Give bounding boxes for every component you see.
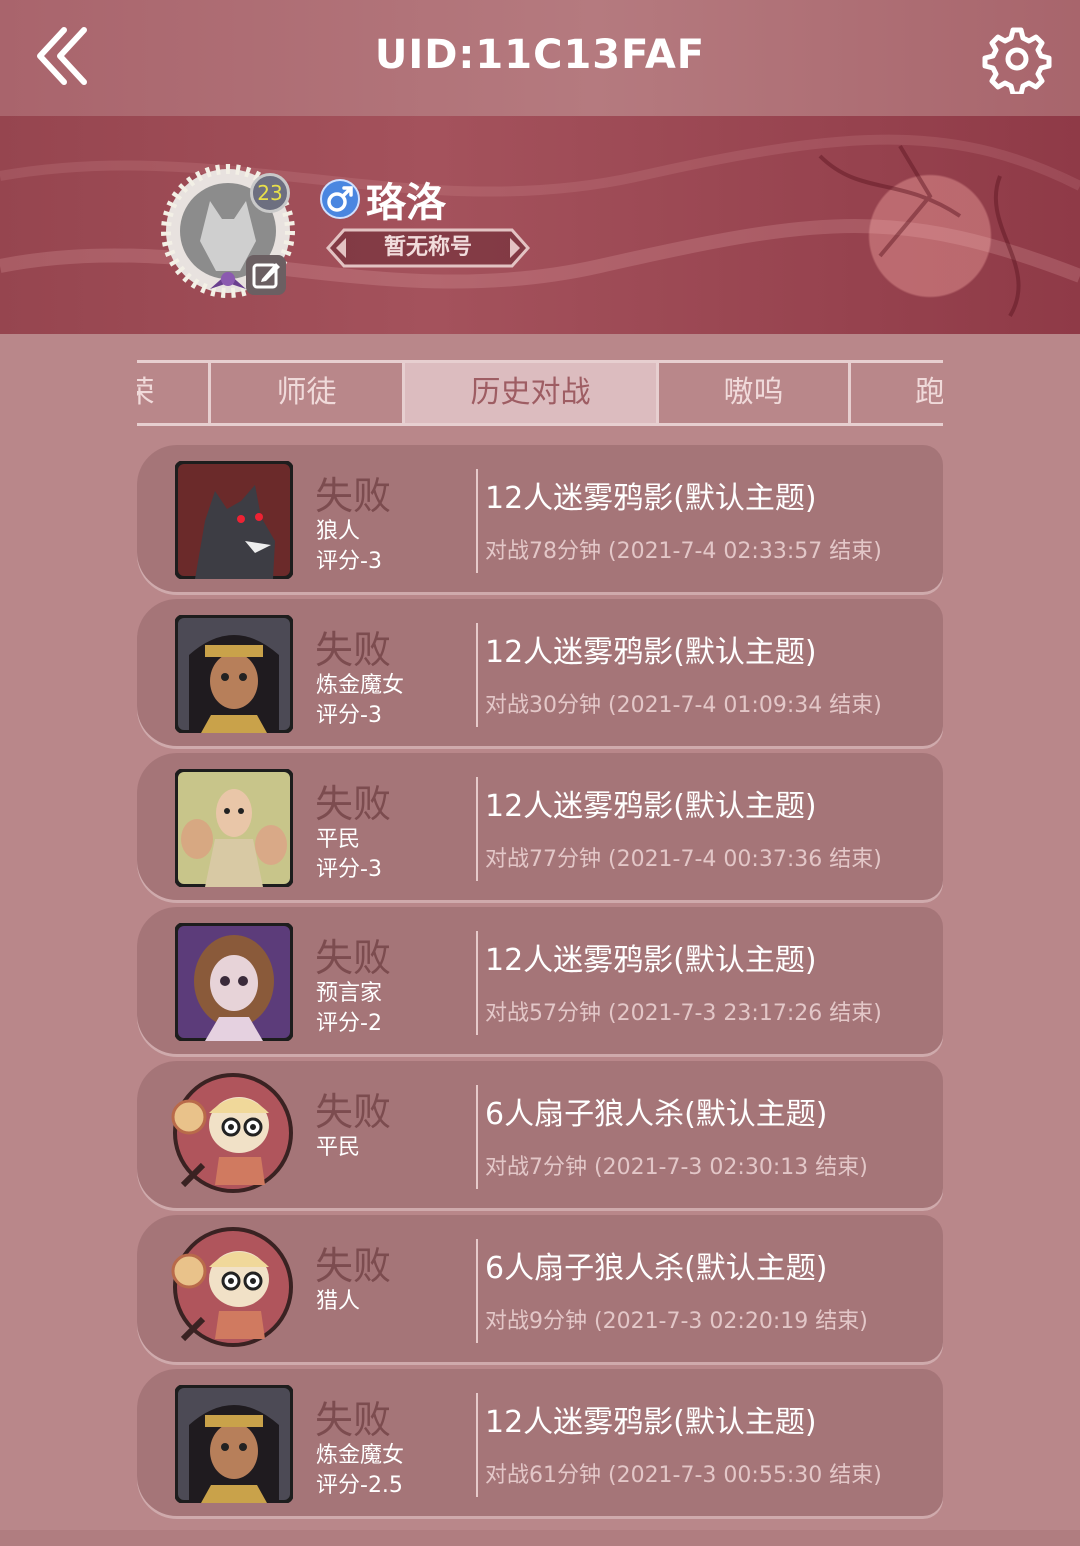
match-card[interactable]: 失败 平民 6人扇子狼人杀(默认主题) 对战7分钟 (2021-7-3 02:30:1… xyxy=(137,1061,943,1211)
gear-icon xyxy=(982,27,1052,97)
role-portrait xyxy=(174,460,294,580)
match-score: 评分-2 xyxy=(316,1011,382,1036)
match-score: 评分-3 xyxy=(316,549,382,574)
match-role: 炼金魔女 xyxy=(316,673,405,698)
match-mode: 12人迷雾鸦影(默认主题) xyxy=(485,789,817,824)
tab-partial-left[interactable]: 荣 xyxy=(137,363,211,423)
match-meta: 对战30分钟 (2021-7-4 01:09:34 结束) xyxy=(485,693,882,718)
match-mode: 12人迷雾鸦影(默认主题) xyxy=(485,635,817,670)
match-result: 失败 xyxy=(315,1090,392,1134)
match-result: 失败 xyxy=(315,628,392,672)
match-card[interactable]: 失败 猎人 6人扇子狼人杀(默认主题) 对战9分钟 (2021-7-3 02:20:1… xyxy=(137,1215,943,1365)
match-mode: 6人扇子狼人杀(默认主题) xyxy=(485,1097,828,1132)
match-meta: 对战7分钟 (2021-7-3 02:30:13 结束) xyxy=(485,1155,868,1180)
match-mode: 12人迷雾鸦影(默认主题) xyxy=(485,1405,817,1440)
match-meta: 对战9分钟 (2021-7-3 02:20:19 结束) xyxy=(485,1309,868,1334)
match-meta: 对战78分钟 (2021-7-4 02:33:57 结束) xyxy=(485,539,882,564)
card-divider xyxy=(476,1393,478,1497)
tab-partial-right[interactable]: 跑 xyxy=(851,363,943,423)
card-divider xyxy=(476,469,478,573)
match-meta: 对战61分钟 (2021-7-3 00:55:30 结束) xyxy=(485,1463,882,1488)
match-meta: 对战77分钟 (2021-7-4 00:37:36 结束) xyxy=(485,847,882,872)
tab-awoo[interactable]: 嗷呜 xyxy=(659,363,851,423)
role-portrait xyxy=(174,1384,294,1504)
edit-avatar-button[interactable] xyxy=(246,255,286,295)
avatar[interactable]: 23 xyxy=(150,161,310,301)
match-mode: 12人迷雾鸦影(默认主题) xyxy=(485,943,817,978)
edit-icon xyxy=(252,263,280,289)
level-badge: 23 xyxy=(250,173,290,213)
male-icon xyxy=(320,179,360,219)
top-bar: UID:11C13FAF xyxy=(0,0,1080,116)
nickname: 珞洛 xyxy=(366,180,446,226)
match-card[interactable]: 失败 狼人评分-3 12人迷雾鸦影(默认主题) 对战78分钟 (2021-7-4 02… xyxy=(137,445,943,595)
tab-mentorship[interactable]: 师徒 xyxy=(211,363,405,423)
match-score: 评分-2.5 xyxy=(316,1473,403,1498)
match-result: 失败 xyxy=(315,936,392,980)
card-divider xyxy=(476,777,478,881)
match-role: 狼人 xyxy=(316,519,361,544)
title-badge-label: 暂无称号 xyxy=(383,235,472,260)
match-role: 猎人 xyxy=(316,1289,361,1314)
match-role: 预言家 xyxy=(316,981,383,1006)
card-divider xyxy=(476,1239,478,1343)
role-portrait xyxy=(174,922,294,1042)
match-role: 平民 xyxy=(316,827,361,852)
match-card[interactable]: 失败 炼金魔女评分-3 12人迷雾鸦影(默认主题) 对战30分钟 (2021-7-4 … xyxy=(137,599,943,749)
title-badge[interactable]: 暂无称号 xyxy=(322,224,534,272)
match-score: 评分-3 xyxy=(316,857,382,882)
match-card[interactable]: 失败 预言家评分-2 12人迷雾鸦影(默认主题) 对战57分钟 (2021-7-3 2… xyxy=(137,907,943,1057)
match-card[interactable]: 失败 平民评分-3 12人迷雾鸦影(默认主题) 对战77分钟 (2021-7-4 00… xyxy=(137,753,943,903)
role-portrait xyxy=(169,1073,293,1193)
tab-bar: 荣 师徒 历史对战 嗷呜 跑 xyxy=(137,360,943,426)
role-portrait xyxy=(174,614,294,734)
match-card[interactable]: 失败 炼金魔女评分-2.5 12人迷雾鸦影(默认主题) 对战61分钟 (2021-7-… xyxy=(137,1369,943,1519)
page-title: UID:11C13FAF xyxy=(374,32,706,78)
bottom-edge xyxy=(0,1530,1080,1546)
role-portrait xyxy=(174,768,294,888)
match-score: 评分-3 xyxy=(316,703,382,728)
card-divider xyxy=(476,1085,478,1189)
match-result: 失败 xyxy=(315,782,392,826)
match-result: 失败 xyxy=(315,1398,392,1442)
profile-banner: 23 珞洛 暂无称号 xyxy=(0,116,1080,334)
match-mode: 6人扇子狼人杀(默认主题) xyxy=(485,1251,828,1286)
tab-match-history[interactable]: 历史对战 xyxy=(405,363,659,423)
match-result: 失败 xyxy=(315,474,392,518)
match-meta: 对战57分钟 (2021-7-3 23:17:26 结束) xyxy=(485,1001,882,1026)
name-row: 珞洛 xyxy=(320,170,446,228)
match-role: 炼金魔女 xyxy=(316,1443,405,1468)
match-result: 失败 xyxy=(315,1244,392,1288)
match-mode: 12人迷雾鸦影(默认主题) xyxy=(485,481,817,516)
card-divider xyxy=(476,931,478,1035)
role-portrait xyxy=(169,1227,293,1347)
match-role: 平民 xyxy=(316,1135,361,1160)
card-divider xyxy=(476,623,478,727)
settings-button[interactable] xyxy=(982,24,1052,97)
